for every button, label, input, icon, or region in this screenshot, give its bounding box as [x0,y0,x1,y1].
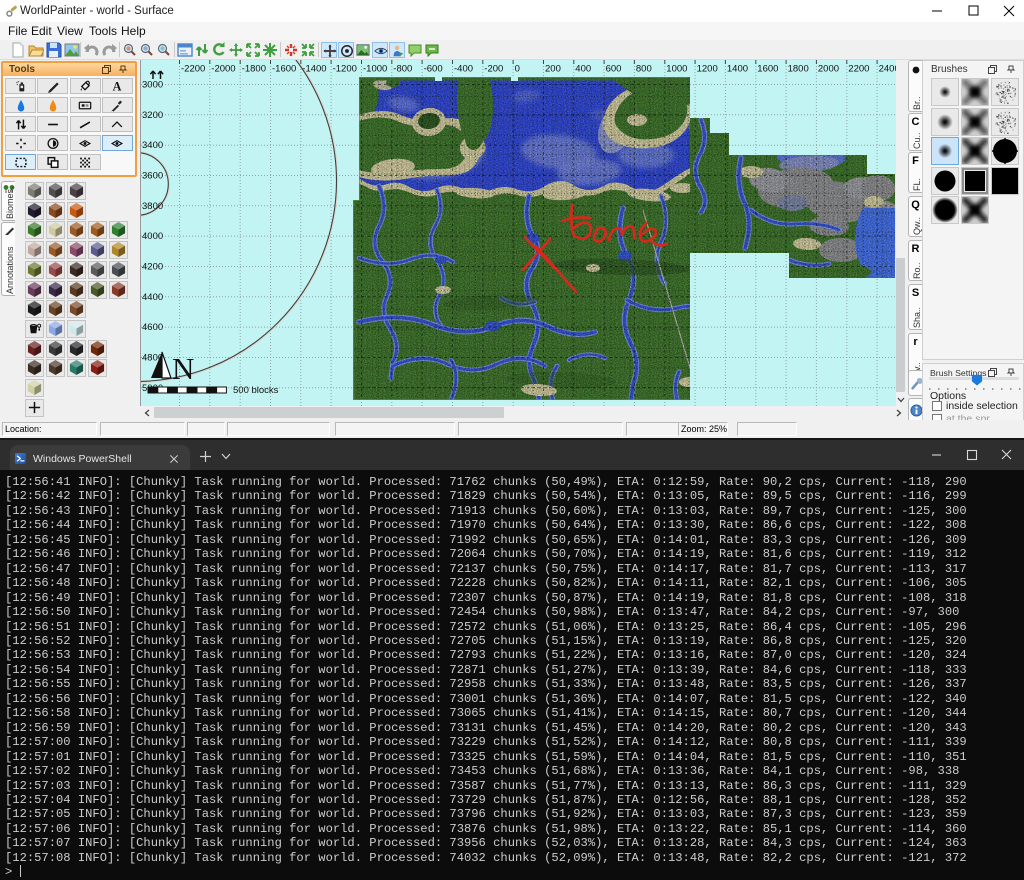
svg-text:-1200: -1200 [333,64,357,75]
svg-text:4600: 4600 [142,322,163,333]
svg-text:2000: 2000 [818,64,839,75]
svg-text:-1600: -1600 [272,64,296,75]
svg-text:3800: 3800 [142,201,163,212]
svg-text:500 blocks: 500 blocks [233,385,279,396]
svg-text:-2000: -2000 [211,64,235,75]
svg-text:0: 0 [515,64,520,75]
svg-text:3600: 3600 [142,171,163,182]
svg-text:-200: -200 [484,64,503,75]
svg-text:N: N [172,351,194,386]
svg-text:800: 800 [636,64,652,75]
svg-text:4200: 4200 [142,262,163,273]
svg-text:-1800: -1800 [242,64,266,75]
svg-text:A: A [113,80,122,93]
svg-text:3200: 3200 [142,110,163,121]
svg-text:3000: 3000 [142,80,163,91]
svg-text:-1000: -1000 [363,64,387,75]
svg-text:4400: 4400 [142,292,163,303]
svg-text:1600: 1600 [757,64,778,75]
svg-text:1000: 1000 [666,64,687,75]
svg-text:2400: 2400 [879,64,897,75]
svg-text:2200: 2200 [848,64,869,75]
svg-text:-600: -600 [424,64,443,75]
svg-text:-2200: -2200 [181,64,205,75]
svg-text:1200: 1200 [697,64,718,75]
svg-text:4000: 4000 [142,231,163,242]
svg-text:3400: 3400 [142,140,163,151]
svg-text:1400: 1400 [727,64,748,75]
svg-text:-400: -400 [454,64,473,75]
svg-text:600: 600 [606,64,622,75]
svg-text:-800: -800 [393,64,412,75]
svg-text:400: 400 [575,64,591,75]
svg-text:200: 200 [545,64,561,75]
svg-text:-1400: -1400 [302,64,326,75]
svg-text:1800: 1800 [788,64,809,75]
